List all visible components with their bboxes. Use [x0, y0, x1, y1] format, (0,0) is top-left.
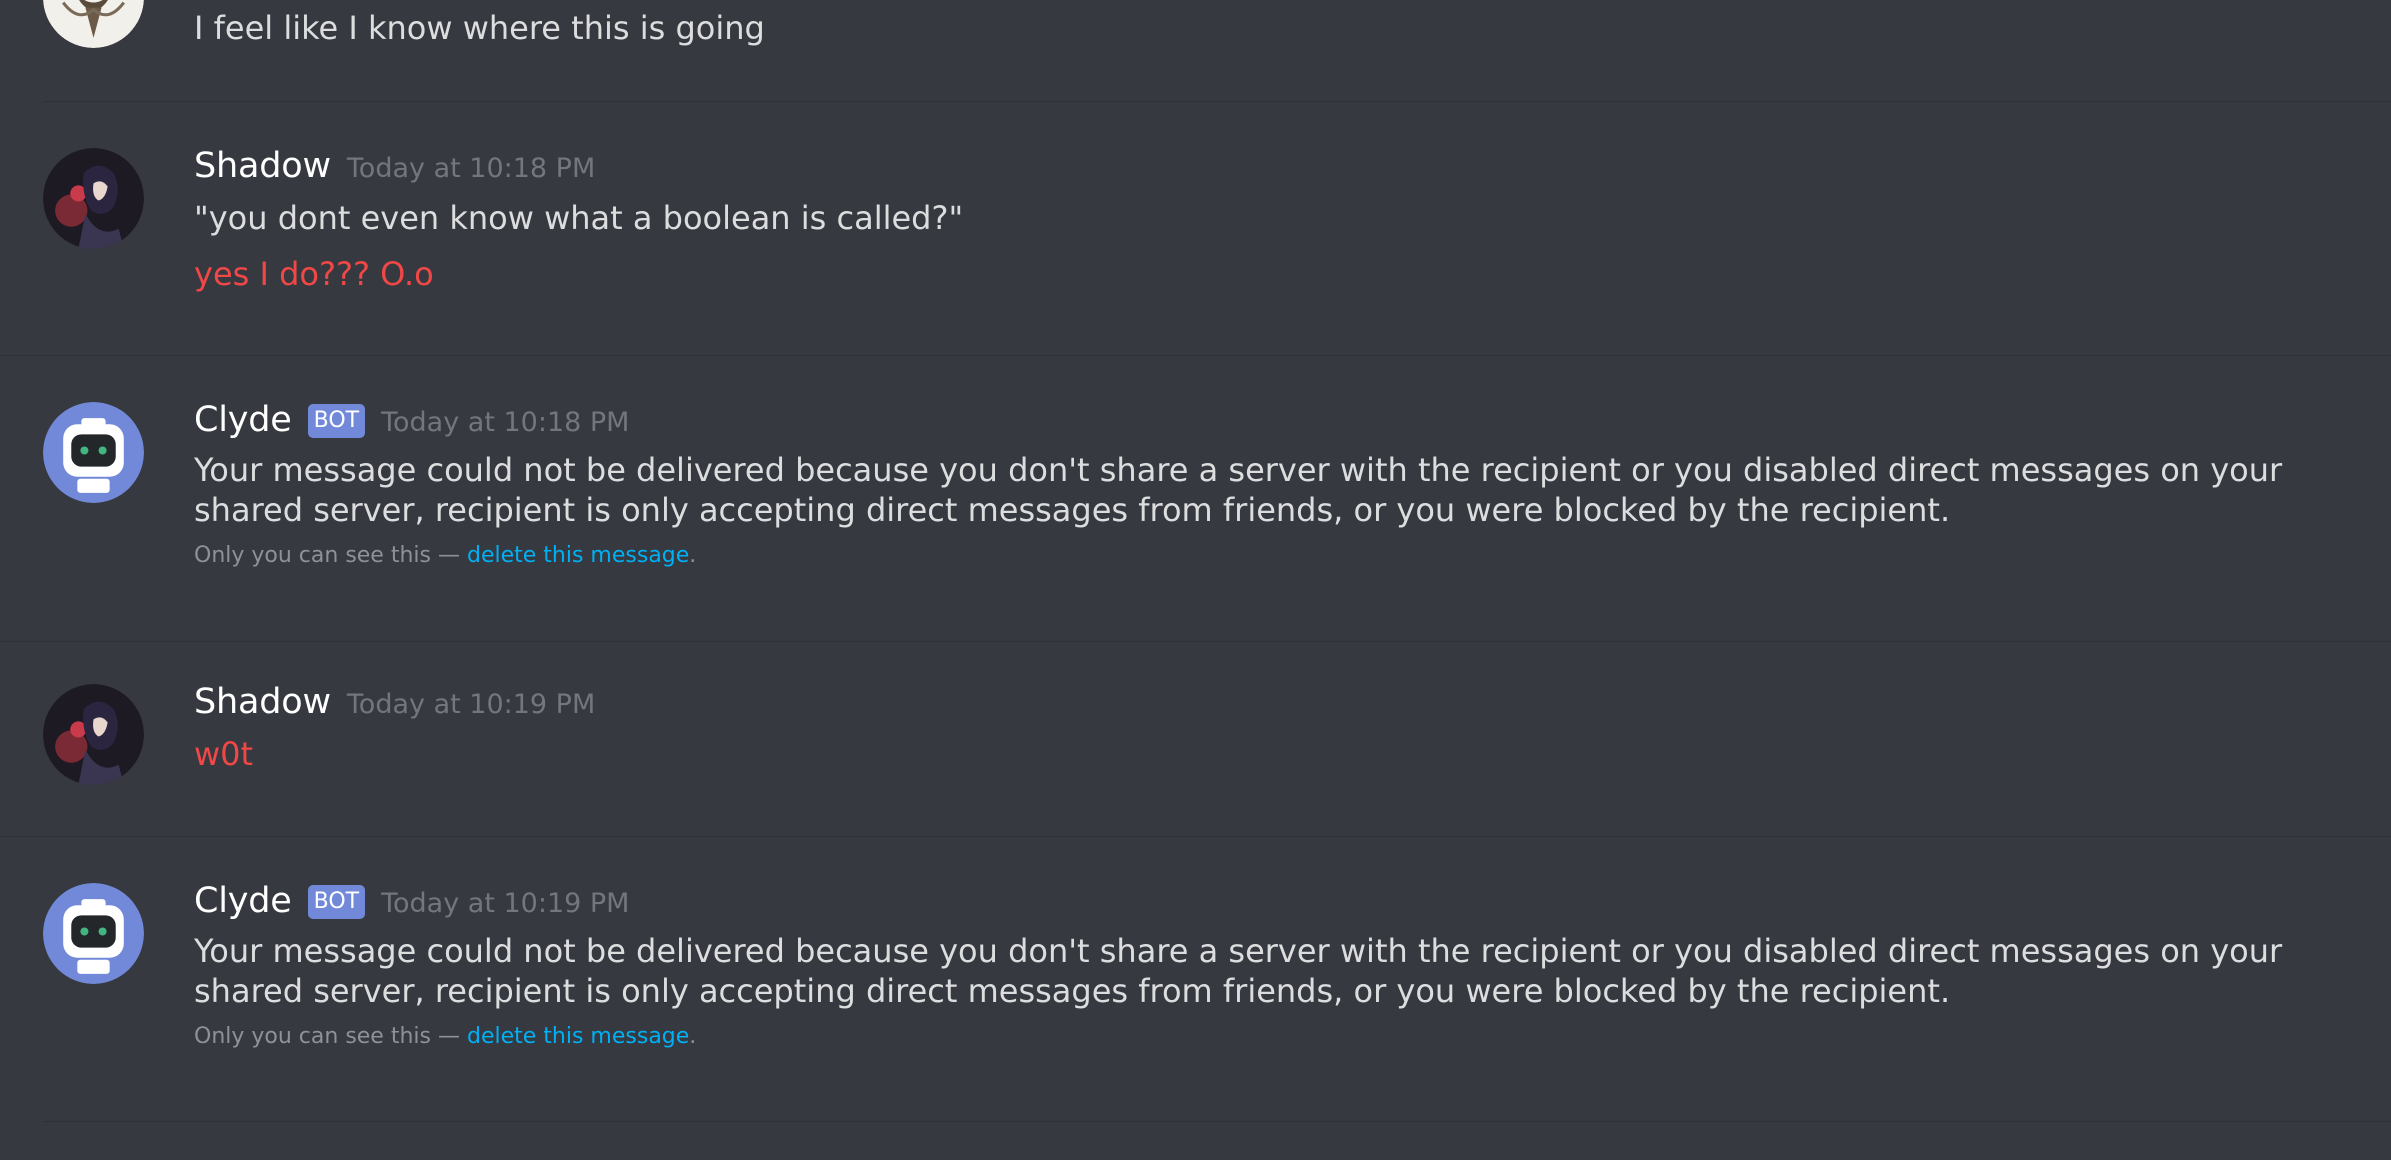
username[interactable]: Shadow	[194, 682, 331, 722]
username[interactable]: Clyde	[194, 400, 292, 440]
shadow-avatar[interactable]	[43, 684, 144, 785]
ephemeral-notice-text: Only you can see this —	[194, 543, 467, 568]
message-divider	[0, 836, 2391, 837]
ephemeral-notice-text: Only you can see this —	[194, 1024, 467, 1049]
message-divider	[0, 641, 2391, 642]
message-text: "you dont even know what a boolean is ca…	[194, 199, 964, 237]
ephemeral-notice-end: .	[689, 543, 697, 568]
username[interactable]: Shadow	[194, 146, 331, 186]
chat-messages: I feel like I know where this is going S…	[0, 0, 2391, 1160]
message-text: I feel like I know where this is going	[194, 9, 765, 47]
clyde-avatar[interactable]	[43, 402, 144, 503]
message-text: Your message could not be delivered beca…	[194, 932, 2283, 1010]
message-divider	[43, 1121, 2391, 1122]
message-text-error: yes I do??? O.o	[194, 255, 434, 293]
clyde-avatar[interactable]	[43, 883, 144, 984]
ephemeral-notice: Only you can see this — delete this mess…	[194, 1022, 2321, 1052]
timestamp[interactable]: Today at 10:19 PM	[347, 689, 595, 720]
bot-tag: BOT	[307, 404, 366, 438]
message-divider	[43, 101, 2391, 102]
message-text-error: w0t	[194, 735, 254, 773]
user-avatar[interactable]	[43, 0, 144, 48]
delete-message-link[interactable]: delete this message	[467, 1024, 689, 1049]
shadow-avatar[interactable]	[43, 148, 144, 249]
ephemeral-notice: Only you can see this — delete this mess…	[194, 541, 2321, 571]
username[interactable]: Clyde	[194, 881, 292, 921]
message-text: Your message could not be delivered beca…	[194, 451, 2283, 529]
delete-message-link[interactable]: delete this message	[467, 543, 689, 568]
timestamp[interactable]: Today at 10:18 PM	[381, 407, 629, 438]
message-divider	[0, 355, 2391, 356]
timestamp[interactable]: Today at 10:19 PM	[381, 888, 629, 919]
timestamp[interactable]: Today at 10:18 PM	[347, 153, 595, 184]
ephemeral-notice-end: .	[689, 1024, 697, 1049]
bot-tag: BOT	[307, 885, 366, 919]
